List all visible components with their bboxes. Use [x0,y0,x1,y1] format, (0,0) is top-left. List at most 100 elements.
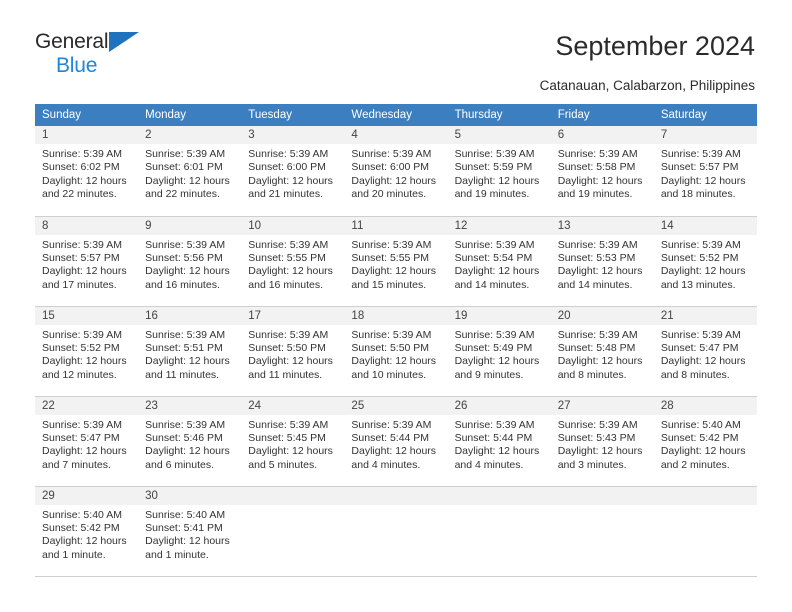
calendar-day-cell[interactable]: 13 Sunrise: 5:39 AM Sunset: 5:53 PM Dayligh… [550,216,654,307]
sunrise-text: Sunrise: 5:39 AM [454,148,535,160]
day-number: 15 [35,306,139,325]
day-sun-info: Sunrise: 5:39 AM Sunset: 5:47 PM Daylight:… [35,415,138,473]
calendar-day-cell[interactable]: 8 Sunrise: 5:39 AM Sunset: 5:57 PM Daylight… [35,216,139,307]
calendar-day-cell[interactable]: 26 Sunrise: 5:39 AM Sunset: 5:44 PM Dayligh… [447,396,551,487]
daylight-text-line1: Daylight: 12 hours [454,445,540,458]
day-sun-info: Sunrise: 5:39 AM Sunset: 6:02 PM Daylight:… [35,144,138,202]
day-number [447,486,551,505]
sunrise-text: Sunrise: 5:39 AM [248,148,329,160]
daylight-text-line2: and 10 minutes. [351,368,427,381]
day-number: 4 [344,126,448,144]
sunset-text: Sunset: 6:00 PM [351,161,430,174]
day-number: 2 [138,126,242,144]
calendar-day-cell[interactable]: 27 Sunrise: 5:39 AM Sunset: 5:43 PM Dayligh… [550,396,654,487]
calendar-day-cell[interactable]: 28 Sunrise: 5:40 AM Sunset: 5:42 PM Dayligh… [653,396,757,487]
daylight-text-line2: and 7 minutes. [42,458,111,471]
calendar-day-cell[interactable]: 25 Sunrise: 5:39 AM Sunset: 5:44 PM Dayligh… [344,396,448,487]
daylight-text-line2: and 18 minutes. [660,188,736,201]
daylight-text-line1: Daylight: 12 hours [42,355,127,368]
sunrise-text: Sunrise: 5:39 AM [248,418,329,431]
calendar-day-cell[interactable]: 21 Sunrise: 5:39 AM Sunset: 5:47 PM Dayligh… [653,306,757,397]
daylight-text-line1: Daylight: 12 hours [42,535,127,548]
day-sun-info: Sunrise: 5:39 AM Sunset: 5:55 PM Daylight:… [241,235,344,293]
calendar-day-cell[interactable]: 30 Sunrise: 5:40 AM Sunset: 5:41 PM Dayligh… [138,486,242,577]
calendar-empty-cell [550,486,654,577]
calendar-day-cell[interactable]: 23 Sunrise: 5:39 AM Sunset: 5:46 PM Dayligh… [138,396,242,487]
sunrise-text: Sunrise: 5:39 AM [557,238,638,251]
calendar-day-cell[interactable]: 7 Sunrise: 5:39 AM Sunset: 5:57 PM Daylight… [653,126,757,217]
day-number: 12 [447,216,551,235]
day-sun-info: Sunrise: 5:39 AM Sunset: 5:43 PM Daylight:… [551,415,654,473]
sunset-text: Sunset: 5:50 PM [351,341,430,354]
calendar-day-cell[interactable]: 2 Sunrise: 5:39 AM Sunset: 6:01 PM Daylight… [138,126,242,217]
calendar-week-row: 1 Sunrise: 5:39 AM Sunset: 6:02 PM Daylight… [35,126,757,217]
sunrise-text: Sunrise: 5:39 AM [660,328,741,341]
page-subtitle: Catanauan, Calabarzon, Philippines [539,78,755,93]
daylight-text-line1: Daylight: 12 hours [145,174,230,187]
day-number: 13 [550,216,654,235]
day-sun-info: Sunrise: 5:39 AM Sunset: 5:58 PM Daylight:… [551,144,654,202]
daylight-text-line2: and 12 minutes. [42,368,117,381]
daylight-text-line1: Daylight: 12 hours [660,174,746,187]
calendar-day-cell[interactable]: 16 Sunrise: 5:39 AM Sunset: 5:51 PM Dayligh… [138,306,242,397]
daylight-text-line2: and 20 minutes. [351,188,427,201]
daylight-text-line2: and 11 minutes. [248,368,323,381]
calendar-day-cell[interactable]: 12 Sunrise: 5:39 AM Sunset: 5:54 PM Dayligh… [447,216,551,307]
calendar-day-cell[interactable]: 4 Sunrise: 5:39 AM Sunset: 6:00 PM Daylight… [344,126,448,217]
day-number: 26 [447,396,551,415]
calendar-day-cell[interactable]: 9 Sunrise: 5:39 AM Sunset: 5:56 PM Daylight… [138,216,242,307]
sunset-text: Sunset: 5:46 PM [145,431,223,444]
day-number: 21 [653,306,757,325]
daylight-text-line1: Daylight: 12 hours [660,355,746,368]
sunset-text: Sunset: 5:41 PM [145,521,223,534]
daylight-text-line2: and 5 minutes. [248,458,318,471]
calendar-day-cell[interactable]: 3 Sunrise: 5:39 AM Sunset: 6:00 PM Daylight… [241,126,345,217]
calendar-day-cell[interactable]: 10 Sunrise: 5:39 AM Sunset: 5:55 PM Dayligh… [241,216,345,307]
day-sun-info: Sunrise: 5:39 AM Sunset: 5:50 PM Daylight:… [344,325,447,383]
calendar-day-cell[interactable]: 1 Sunrise: 5:39 AM Sunset: 6:02 PM Daylight… [35,126,139,217]
calendar-body: 1 Sunrise: 5:39 AM Sunset: 6:02 PM Daylight… [35,126,757,577]
calendar-day-cell[interactable]: 17 Sunrise: 5:39 AM Sunset: 5:50 PM Dayligh… [241,306,345,397]
generalblue-logo[interactable]: General Blue [35,31,215,76]
daylight-text-line2: and 22 minutes. [145,188,220,201]
sunset-text: Sunset: 5:52 PM [660,251,739,264]
calendar-day-cell[interactable]: 20 Sunrise: 5:39 AM Sunset: 5:48 PM Dayligh… [550,306,654,397]
sunrise-text: Sunrise: 5:39 AM [248,238,329,251]
daylight-text-line1: Daylight: 12 hours [248,174,333,187]
sunrise-text: Sunrise: 5:39 AM [248,328,329,341]
daylight-text-line1: Daylight: 12 hours [454,265,540,278]
calendar-day-cell[interactable]: 14 Sunrise: 5:39 AM Sunset: 5:52 PM Dayligh… [653,216,757,307]
day-number: 16 [138,306,242,325]
calendar-day-cell[interactable]: 6 Sunrise: 5:39 AM Sunset: 5:58 PM Daylight… [550,126,654,217]
page-title: September 2024 [555,31,755,61]
sunrise-text: Sunrise: 5:39 AM [660,148,741,160]
daylight-text-line2: and 1 minute. [42,548,106,561]
day-number: 9 [138,216,242,235]
sunrise-text: Sunrise: 5:39 AM [351,418,432,431]
calendar-day-cell[interactable]: 22 Sunrise: 5:39 AM Sunset: 5:47 PM Dayligh… [35,396,139,487]
calendar-day-cell[interactable]: 5 Sunrise: 5:39 AM Sunset: 5:59 PM Daylight… [447,126,551,217]
sunrise-text: Sunrise: 5:39 AM [42,148,122,160]
sunrise-text: Sunrise: 5:39 AM [42,418,122,431]
day-sun-info: Sunrise: 5:39 AM Sunset: 5:57 PM Daylight:… [654,144,757,202]
calendar-day-cell[interactable]: 24 Sunrise: 5:39 AM Sunset: 5:45 PM Dayligh… [241,396,345,487]
daylight-text-line1: Daylight: 12 hours [351,445,437,458]
sunrise-text: Sunrise: 5:39 AM [145,328,226,341]
daylight-text-line2: and 16 minutes. [248,278,323,291]
calendar-day-cell[interactable]: 29 Sunrise: 5:40 AM Sunset: 5:42 PM Dayligh… [35,486,139,577]
sunrise-text: Sunrise: 5:39 AM [351,328,432,341]
daylight-text-line2: and 19 minutes. [557,188,633,201]
logo-triangle-icon [109,32,139,52]
day-number: 28 [653,396,757,415]
sunset-text: Sunset: 5:47 PM [660,341,739,354]
calendar-day-cell[interactable]: 11 Sunrise: 5:39 AM Sunset: 5:55 PM Dayligh… [344,216,448,307]
day-sun-info: Sunrise: 5:39 AM Sunset: 5:49 PM Daylight:… [448,325,551,383]
daylight-text-line1: Daylight: 12 hours [351,174,437,187]
calendar-day-cell[interactable]: 19 Sunrise: 5:39 AM Sunset: 5:49 PM Dayligh… [447,306,551,397]
day-number: 20 [550,306,654,325]
sunset-text: Sunset: 5:42 PM [42,521,120,534]
calendar-day-cell[interactable]: 18 Sunrise: 5:39 AM Sunset: 5:50 PM Dayligh… [344,306,448,397]
day-sun-info: Sunrise: 5:39 AM Sunset: 5:54 PM Daylight:… [448,235,551,293]
calendar-day-cell[interactable]: 15 Sunrise: 5:39 AM Sunset: 5:52 PM Dayligh… [35,306,139,397]
daylight-text-line1: Daylight: 12 hours [557,174,643,187]
